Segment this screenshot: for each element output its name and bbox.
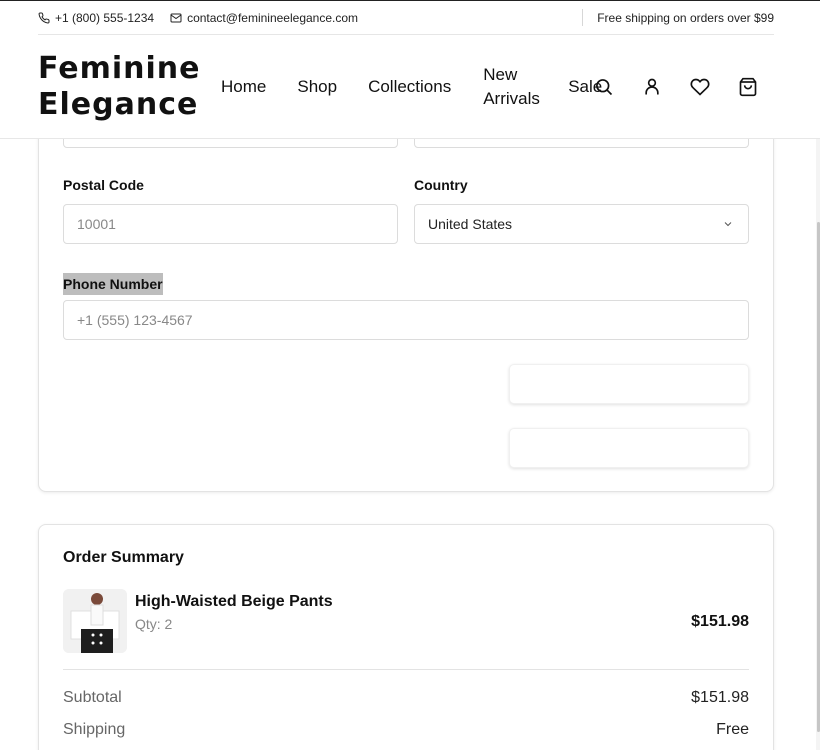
form-action-button[interactable] <box>509 364 749 404</box>
phone-icon <box>38 11 50 23</box>
phone-number-input[interactable]: +1 (555) 123-4567 <box>63 300 749 340</box>
postal-code-label: Postal Code <box>63 177 144 193</box>
product-quantity: Qty: 2 <box>135 616 173 632</box>
logo-line1: Feminine <box>38 51 201 86</box>
top-info-bar: +1 (800) 555-1234 contact@feminineelegan… <box>0 0 820 35</box>
product-name: High-Waisted Beige Pants <box>135 593 333 610</box>
form-secondary-button[interactable] <box>509 428 749 468</box>
country-value: United States <box>428 216 513 232</box>
country-select[interactable]: United States <box>414 204 749 244</box>
shipping-value: Free <box>716 721 749 738</box>
order-summary-card: Order Summary High-Waisted Beige Pants Q… <box>38 524 774 750</box>
product-price: $151.98 <box>691 613 749 630</box>
site-header: Feminine Elegance Home Shop Collections … <box>0 35 820 139</box>
shipping-form-card: Postal Code 10001 Country United States … <box>38 100 774 492</box>
subtotal-value: $151.98 <box>691 689 749 706</box>
email-text: contact@feminineelegance.com <box>187 10 359 25</box>
nav-new-line2: Arrivals <box>483 89 540 108</box>
email-contact[interactable]: contact@feminineelegance.com <box>170 11 358 25</box>
order-summary-title: Order Summary <box>63 549 184 566</box>
cart-icon[interactable] <box>736 75 760 99</box>
postal-code-input[interactable]: 10001 <box>63 204 398 244</box>
search-icon[interactable] <box>592 75 616 99</box>
product-thumbnail <box>63 589 127 653</box>
nav-home[interactable]: Home <box>221 77 266 97</box>
user-icon[interactable] <box>640 75 664 99</box>
phone-number-label: Phone Number <box>63 273 163 295</box>
country-label: Country <box>414 177 468 193</box>
site-logo[interactable]: Feminine Elegance <box>38 51 201 123</box>
nav-collections[interactable]: Collections <box>368 77 451 97</box>
heart-icon[interactable] <box>688 75 712 99</box>
summary-divider <box>63 669 749 670</box>
topbar-divider <box>582 9 583 26</box>
header-icons <box>592 75 784 99</box>
nav-shop[interactable]: Shop <box>297 77 337 97</box>
nav-new-arrivals[interactable]: New Arrivals <box>483 63 543 111</box>
phone-text: +1 (800) 555-1234 <box>55 10 155 25</box>
phone-contact[interactable]: +1 (800) 555-1234 <box>38 11 154 25</box>
logo-line2: Elegance <box>38 87 199 122</box>
mail-icon <box>170 13 182 22</box>
nav-new-line1: New <box>483 65 518 84</box>
shipping-promo: Free shipping on orders over $99 <box>597 11 774 25</box>
chevron-down-icon <box>724 222 732 227</box>
shipping-label: Shipping <box>63 721 126 738</box>
main-nav: Home Shop Collections New Arrivals Sale <box>221 35 602 139</box>
subtotal-label: Subtotal <box>63 689 122 706</box>
